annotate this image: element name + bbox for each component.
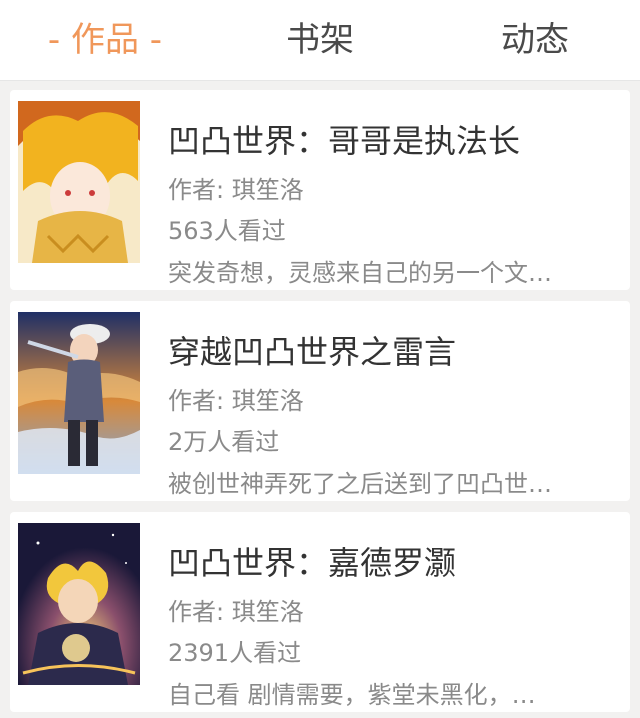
- work-view-count: 563人看过: [168, 217, 286, 245]
- tab-bar: - 作品 - 书架 动态: [0, 0, 640, 81]
- work-title[interactable]: 穿越凹凸世界之雷言: [168, 327, 608, 373]
- work-author: 作者: 琪笙洛: [168, 176, 304, 204]
- work-title[interactable]: 凹凸世界：哥哥是执法长: [168, 116, 608, 162]
- work-card[interactable]: 穿越凹凸世界之雷言 作者: 琪笙洛 2万人看过 被创世神弄死了之后送到了凹凸世…: [10, 301, 630, 501]
- book-cover-image: [18, 101, 140, 263]
- work-author: 作者: 琪笙洛: [168, 598, 304, 626]
- tab-bookshelf[interactable]: 书架: [245, 0, 395, 80]
- work-author: 作者: 琪笙洛: [168, 387, 304, 415]
- work-description: 被创世神弄死了之后送到了凹凸世…: [168, 470, 552, 498]
- work-title[interactable]: 凹凸世界：嘉德罗灏: [168, 538, 608, 584]
- tab-works[interactable]: - 作品 -: [30, 0, 180, 80]
- tab-activity[interactable]: 动态: [460, 0, 610, 80]
- book-cover-image: [18, 312, 140, 474]
- work-view-count: 2391人看过: [168, 639, 302, 667]
- work-description: 突发奇想，灵感来自己的另一个文…: [168, 259, 552, 287]
- work-view-count: 2万人看过: [168, 428, 280, 456]
- work-card[interactable]: 凹凸世界：嘉德罗灏 作者: 琪笙洛 2391人看过 自己看 剧情需要，紫堂未黑化…: [10, 512, 630, 712]
- work-description: 自己看 剧情需要，紫堂未黑化，…: [168, 681, 536, 709]
- work-card[interactable]: 凹凸世界：哥哥是执法长 作者: 琪笙洛 563人看过 突发奇想，灵感来自己的另一…: [10, 90, 630, 290]
- book-cover-image: [18, 523, 140, 685]
